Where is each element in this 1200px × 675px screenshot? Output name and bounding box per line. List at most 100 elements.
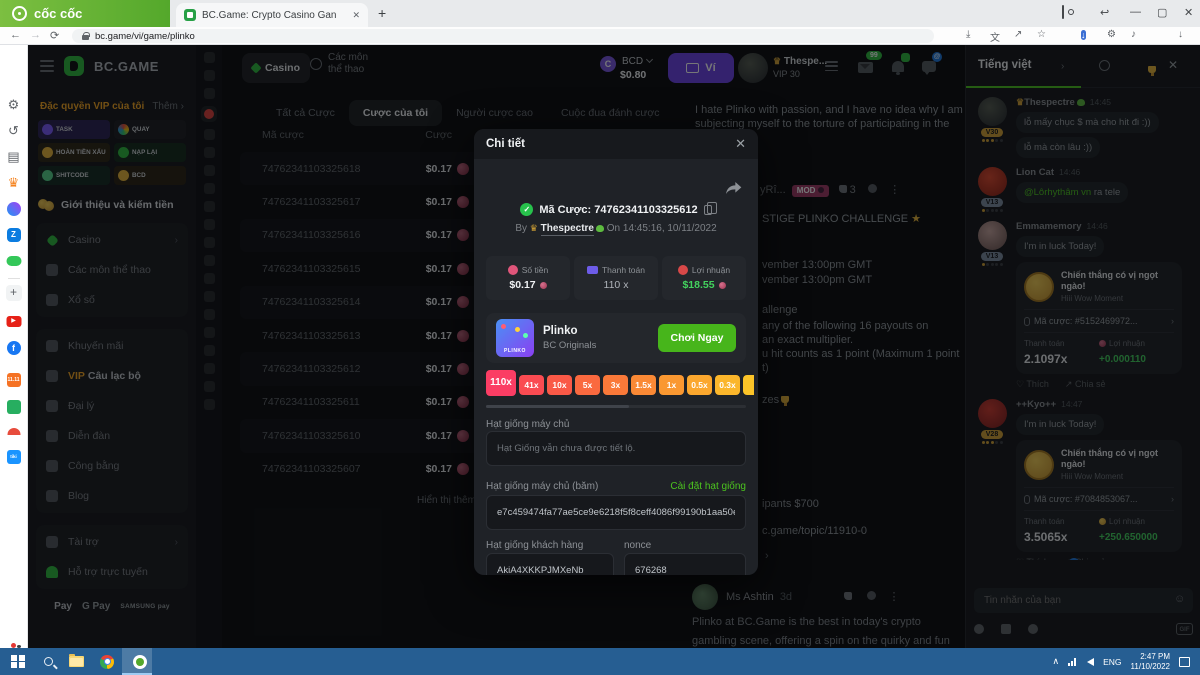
bookmark-star-icon[interactable]: ☆ xyxy=(1037,29,1046,40)
network-icon[interactable] xyxy=(1068,658,1078,666)
multiplier-chip[interactable]: 1.5x xyxy=(631,375,656,395)
lock-icon[interactable] xyxy=(82,35,89,40)
crown-icon: ♛ xyxy=(530,223,538,233)
multiplier-chip[interactable]: 110x xyxy=(486,370,516,396)
coin-icon xyxy=(719,282,726,289)
client-seed-field[interactable] xyxy=(486,553,614,575)
window-minimize-button[interactable]: — xyxy=(1130,6,1141,18)
downloads-icon[interactable]: ↓ xyxy=(1178,29,1183,40)
add-shortcut-button[interactable]: + xyxy=(6,285,22,301)
bet-id-text: Mã Cược: 74762341103325612 xyxy=(539,204,697,216)
copy-icon[interactable] xyxy=(704,205,712,215)
file-explorer-icon[interactable] xyxy=(66,648,86,675)
forward-icon[interactable]: → xyxy=(30,29,41,41)
modal-title: Chi tiết xyxy=(486,138,525,150)
bet-datetime: 14:45:16, 10/11/2022 xyxy=(623,223,717,234)
download-device-icon[interactable]: ⤓ xyxy=(966,29,970,40)
share-icon[interactable]: ↗ xyxy=(1014,29,1022,40)
games-icon[interactable] xyxy=(6,256,21,266)
multiplier-chip[interactable]: 10x xyxy=(547,375,572,395)
plinko-thumbnail[interactable] xyxy=(496,319,534,357)
start-button[interactable] xyxy=(8,648,28,675)
multiplier-chip[interactable]: 41x xyxy=(519,375,544,395)
browser-brand[interactable]: cốc cốc xyxy=(0,0,170,27)
extensions-icon[interactable]: ⚙ xyxy=(1107,29,1116,40)
server-seed-hash-label: Hạt giống máy chủ (băm) xyxy=(486,481,598,492)
verified-check-icon: ✓ xyxy=(520,203,533,216)
address-bar[interactable]: bc.game/vi/game/plinko xyxy=(72,29,934,43)
action-center-icon[interactable] xyxy=(1179,657,1190,667)
payout-card-icon xyxy=(587,266,598,274)
tab-close-icon[interactable]: ✕ xyxy=(352,10,360,21)
lazada-icon[interactable]: 11.11 xyxy=(7,373,21,387)
modal-share-icon[interactable] xyxy=(726,181,742,200)
modal-header: Chi tiết ✕ xyxy=(474,129,758,159)
server-seed-hash-field[interactable] xyxy=(486,495,746,530)
history-icon[interactable]: ↺ xyxy=(8,123,19,139)
settings-gear-icon[interactable]: ⚙ xyxy=(8,97,20,113)
bet-id-row: ✓ Mã Cược: 74762341103325612 xyxy=(474,203,758,216)
clock[interactable]: 2:47 PM11/10/2022 xyxy=(1131,652,1170,672)
crown-rewards-icon[interactable]: ♛ xyxy=(8,175,20,191)
server-seed-label: Hạt giống máy chủ xyxy=(486,419,569,430)
media-icon[interactable]: ♪ xyxy=(1131,29,1136,40)
multiplier-chip[interactable]: 1x xyxy=(659,375,684,395)
taskbar-search-icon[interactable] xyxy=(38,648,58,675)
tiki-icon[interactable]: tiki xyxy=(7,450,21,464)
nonce-field[interactable] xyxy=(624,553,746,575)
server-seed-field[interactable] xyxy=(486,431,746,466)
zalo-icon[interactable]: Z xyxy=(7,228,21,242)
modal-close-icon[interactable]: ✕ xyxy=(735,136,746,152)
profit-bag-icon xyxy=(678,265,688,275)
window-close-button[interactable]: ✕ xyxy=(1184,6,1193,19)
bet-author[interactable]: Thespectre xyxy=(541,223,594,236)
seed-settings-link[interactable]: Cài đặt hạt giống xyxy=(670,481,746,492)
stat-profit: Lợi nhuận $18.55 xyxy=(662,256,746,300)
tray-expand-icon[interactable]: ∧ xyxy=(1053,656,1060,667)
money-bag-icon xyxy=(508,265,518,275)
chrome-icon[interactable] xyxy=(97,648,117,675)
send-to-phone-icon[interactable]: ↩ xyxy=(1100,6,1109,19)
multiplier-chip[interactable]: 5x xyxy=(575,375,600,395)
coccoc-logo-icon xyxy=(12,6,27,21)
multiplier-chip[interactable]: 3x xyxy=(603,375,628,395)
game-row: Plinko BC Originals Chơi Ngay xyxy=(486,313,746,363)
new-tab-button[interactable]: + xyxy=(378,5,386,21)
game-name: Plinko xyxy=(543,325,596,337)
translate-icon[interactable]: 文 xyxy=(990,29,1000,44)
stat-amount: Số tiền $0.17 xyxy=(486,256,570,300)
frog-icon xyxy=(596,225,604,232)
multiplier-scrollbar[interactable] xyxy=(486,405,746,408)
language-indicator[interactable]: ENG xyxy=(1103,657,1121,667)
coccoc-taskbar-icon[interactable] xyxy=(130,648,150,675)
play-now-button[interactable]: Chơi Ngay xyxy=(658,324,736,352)
multiplier-chip[interactable]: 0.5x xyxy=(687,375,712,395)
youtube-icon[interactable]: ▶ xyxy=(6,316,21,327)
capture-icon[interactable] xyxy=(1062,6,1064,18)
reload-icon[interactable]: ⟳ xyxy=(50,29,59,42)
shop-icon[interactable] xyxy=(7,400,21,414)
browser-side-rail: ⚙ ↺ ▤ ♛ Z + ▶ f 11.11 tiki ••• xyxy=(0,45,28,648)
browser-tab[interactable]: BC.Game: Crypto Casino Gan ✕ xyxy=(176,3,368,27)
volume-icon[interactable] xyxy=(1087,658,1094,666)
hat-icon[interactable] xyxy=(7,428,20,435)
multiplier-chip[interactable]: 0.3x xyxy=(715,375,740,395)
bet-detail-modal: Chi tiết ✕ ✓ Mã Cược: 74762341103325612 … xyxy=(474,129,758,575)
stat-payout: Thanh toán 110 x xyxy=(574,256,658,300)
multiplier-strip: 110x 41x 10x 5x 3x 1.5x 1x 0.5x 0.3x xyxy=(486,370,754,400)
reading-list-icon[interactable]: ▤ xyxy=(7,149,19,165)
tab-title: BC.Game: Crypto Casino Gan xyxy=(202,10,346,21)
system-tray: ∧ ENG 2:47 PM11/10/2022 xyxy=(1053,648,1200,675)
download-manager-icon[interactable]: ↓ xyxy=(1081,29,1086,42)
window-restore-button[interactable]: ▢ xyxy=(1157,6,1167,19)
back-icon[interactable]: ← xyxy=(10,29,21,41)
browser-tabstrip: cốc cốc BC.Game: Crypto Casino Gan ✕ + ↩… xyxy=(0,0,1200,27)
multiplier-chip[interactable] xyxy=(743,375,754,395)
brand-label: cốc cốc xyxy=(34,6,82,21)
game-provider: BC Originals xyxy=(543,340,596,351)
rail-divider xyxy=(8,278,20,279)
bet-author-row: By ♛ Thespectre On 14:45:16, 10/11/2022 xyxy=(474,223,758,234)
messenger-icon[interactable] xyxy=(7,202,21,216)
browser-toolbar: ← → ⟳ bc.game/vi/game/plinko ⤓ 文 ↗ ☆ ↓ ⚙… xyxy=(0,27,1200,45)
facebook-icon[interactable]: f xyxy=(7,341,21,355)
